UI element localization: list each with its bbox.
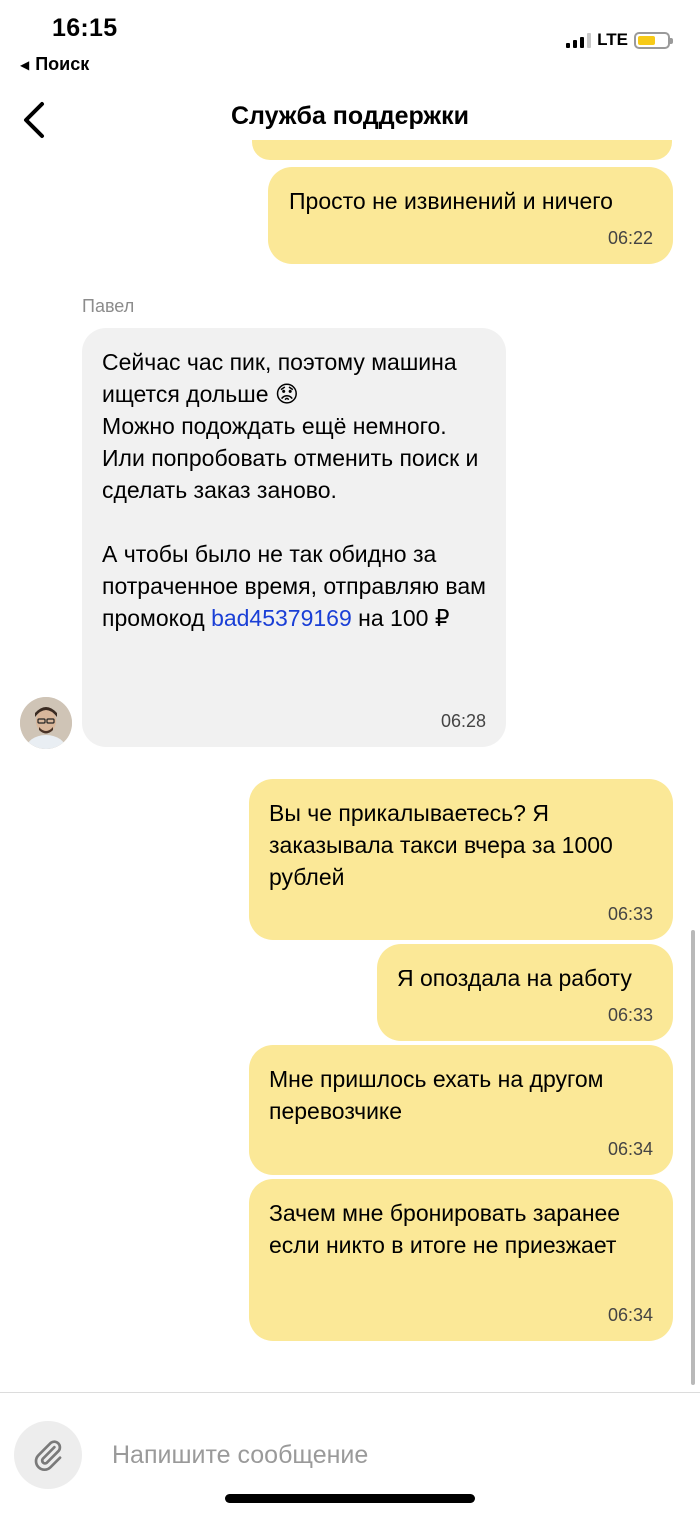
message-text: Сейчас час пик, поэтому машина ищется до… <box>102 346 486 634</box>
outgoing-message: Я опоздала на работу 06:33 <box>377 944 673 1041</box>
chat-scrollbar[interactable] <box>691 930 695 1385</box>
page-title: Служба поддержки <box>230 102 470 130</box>
message-text: Вы че прикалываетесь? Я заказывала такси… <box>269 800 620 890</box>
network-type: LTE <box>597 30 628 49</box>
message-text: Зачем мне бронировать заранее если никто… <box>269 1200 627 1258</box>
back-triangle-icon: ◀ <box>20 57 30 72</box>
attach-button[interactable] <box>14 1421 82 1489</box>
back-to-app-label: Поиск <box>35 54 90 74</box>
composer-divider <box>0 1392 700 1393</box>
message-text-part: на 100 ₽ <box>351 605 450 631</box>
promo-code-link[interactable]: bad45379169 <box>211 605 352 631</box>
battery-fill <box>638 35 655 45</box>
back-to-app-link[interactable]: ◀ Поиск <box>20 54 89 75</box>
message-text: Просто не извинений и ничего <box>289 188 613 214</box>
battery-icon <box>634 31 673 49</box>
previous-message-bubble <box>252 140 672 160</box>
avatar-image <box>20 697 72 749</box>
home-indicator[interactable] <box>225 1494 475 1503</box>
outgoing-message: Вы че прикалываетесь? Я заказывала такси… <box>249 779 673 940</box>
incoming-message: Сейчас час пик, поэтому машина ищется до… <box>82 328 506 747</box>
message-time: 06:34 <box>607 1305 653 1325</box>
message-input[interactable] <box>112 1435 672 1475</box>
message-text: Я опоздала на работу <box>397 965 632 991</box>
outgoing-message: Зачем мне бронировать заранее если никто… <box>249 1179 673 1341</box>
paperclip-icon <box>34 1440 62 1472</box>
message-text: Мне пришлось ехать на другом перевозчике <box>269 1066 610 1124</box>
message-time: 06:33 <box>607 904 653 924</box>
message-time: 06:28 <box>440 711 486 731</box>
message-text-part: Сейчас час пик, поэтому машина ищется до… <box>102 349 486 631</box>
outgoing-message: Мне пришлось ехать на другом перевозчике… <box>249 1045 673 1175</box>
message-time: 06:34 <box>607 1139 653 1159</box>
outgoing-message: Просто не извинений и ничего 06:22 <box>268 167 673 264</box>
message-time: 06:33 <box>607 1005 653 1025</box>
agent-avatar <box>20 697 72 749</box>
sender-name: Павел <box>82 296 135 316</box>
status-time: 16:15 <box>52 14 118 42</box>
message-time: 06:22 <box>607 228 653 248</box>
status-indicators: LTE <box>566 30 673 50</box>
signal-strength-icon <box>566 32 592 48</box>
